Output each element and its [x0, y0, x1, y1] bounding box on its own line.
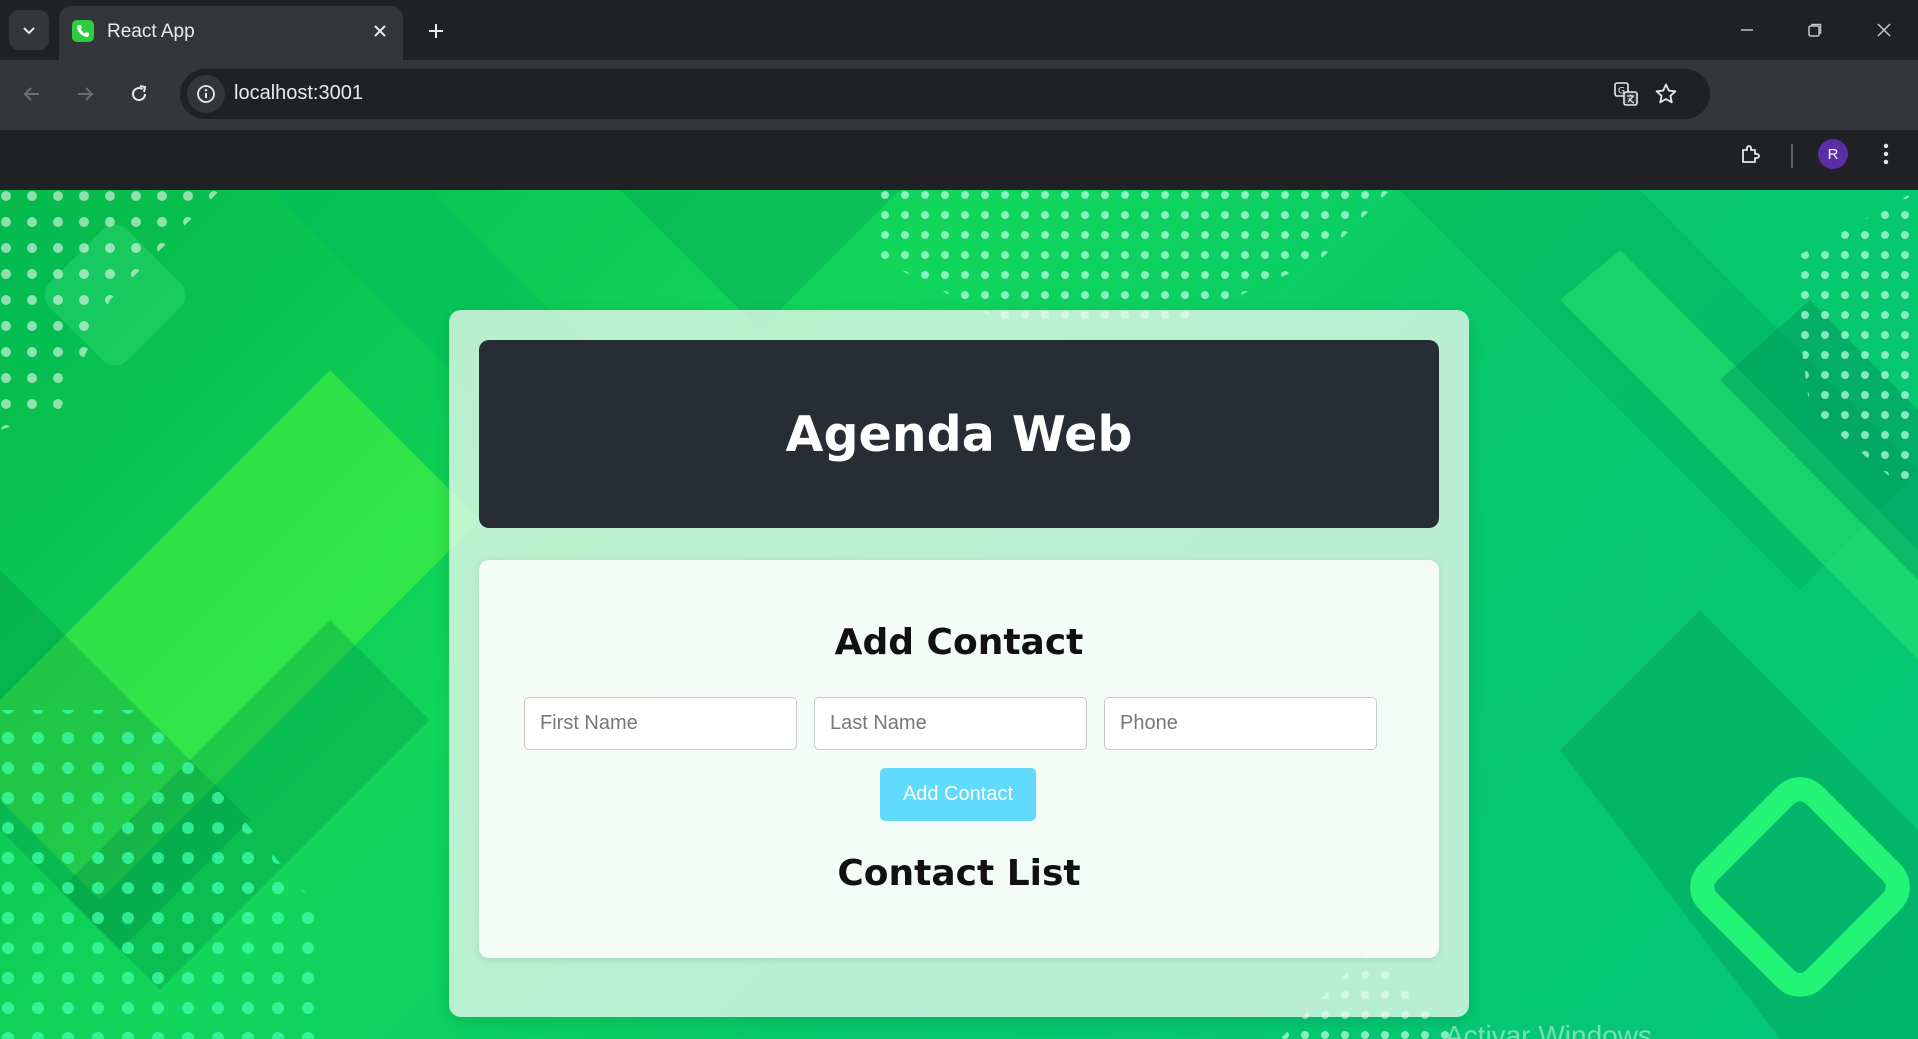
phone-input[interactable]	[1104, 697, 1377, 750]
bookmark-button[interactable]	[1650, 78, 1682, 110]
profile-avatar[interactable]: R	[1818, 139, 1848, 169]
tab-search-button[interactable]	[9, 10, 49, 50]
kebab-menu-icon	[1883, 143, 1889, 165]
window-close-button[interactable]	[1862, 10, 1906, 50]
tab-title: React App	[107, 21, 195, 42]
page-viewport: Agenda Web Add Contact Add Contact Conta…	[0, 190, 1918, 1039]
app-header: Agenda Web	[479, 340, 1439, 528]
plus-icon	[429, 24, 443, 38]
reload-icon	[132, 85, 147, 102]
minimize-button[interactable]	[1725, 10, 1769, 50]
window-close-icon	[1877, 23, 1891, 37]
windows-activation-watermark: Activar Windows	[1445, 1020, 1652, 1039]
contact-list-heading: Contact List	[837, 853, 1081, 894]
add-contact-heading: Add Contact	[834, 622, 1084, 663]
restore-button[interactable]	[1793, 10, 1837, 50]
translate-button[interactable]: G	[1610, 78, 1642, 110]
back-button[interactable]	[12, 74, 52, 114]
app-card: Agenda Web Add Contact Add Contact Conta…	[449, 310, 1469, 1017]
forward-button[interactable]	[65, 74, 105, 114]
add-contact-button[interactable]: Add Contact	[880, 768, 1036, 821]
last-name-input[interactable]	[814, 697, 1087, 750]
app-title: Agenda Web	[785, 405, 1133, 463]
browser-tab-active[interactable]: React App	[59, 6, 403, 60]
browser-toolbar: localhost:3001 G R Agenda Web Add Contac…	[0, 60, 1918, 1039]
address-bar[interactable]: localhost:3001 G	[180, 69, 1710, 119]
url-text: localhost:3001	[234, 82, 363, 104]
first-name-input[interactable]	[524, 697, 797, 750]
site-info-button[interactable]	[187, 75, 225, 113]
browser-tab-bar: React App	[0, 0, 1918, 60]
star-icon	[1655, 83, 1677, 104]
extensions-icon	[1742, 145, 1760, 163]
new-tab-button[interactable]	[419, 14, 453, 48]
phone-favicon-icon	[72, 20, 94, 42]
forward-arrow-icon	[78, 87, 94, 101]
chevron-down-icon	[23, 27, 35, 35]
toolbar-divider	[1791, 144, 1793, 168]
restore-icon	[1808, 23, 1822, 37]
extensions-button[interactable]	[1731, 134, 1771, 174]
browser-menu-button[interactable]	[1866, 134, 1906, 174]
close-icon	[374, 25, 386, 37]
contact-panel: Add Contact Add Contact Contact List	[479, 560, 1439, 958]
minimize-icon	[1741, 29, 1753, 31]
site-info-icon	[197, 85, 215, 103]
reload-button[interactable]	[119, 74, 159, 114]
translate-icon: G	[1614, 82, 1638, 106]
tab-close-button[interactable]	[369, 20, 391, 42]
back-arrow-icon	[23, 87, 39, 101]
